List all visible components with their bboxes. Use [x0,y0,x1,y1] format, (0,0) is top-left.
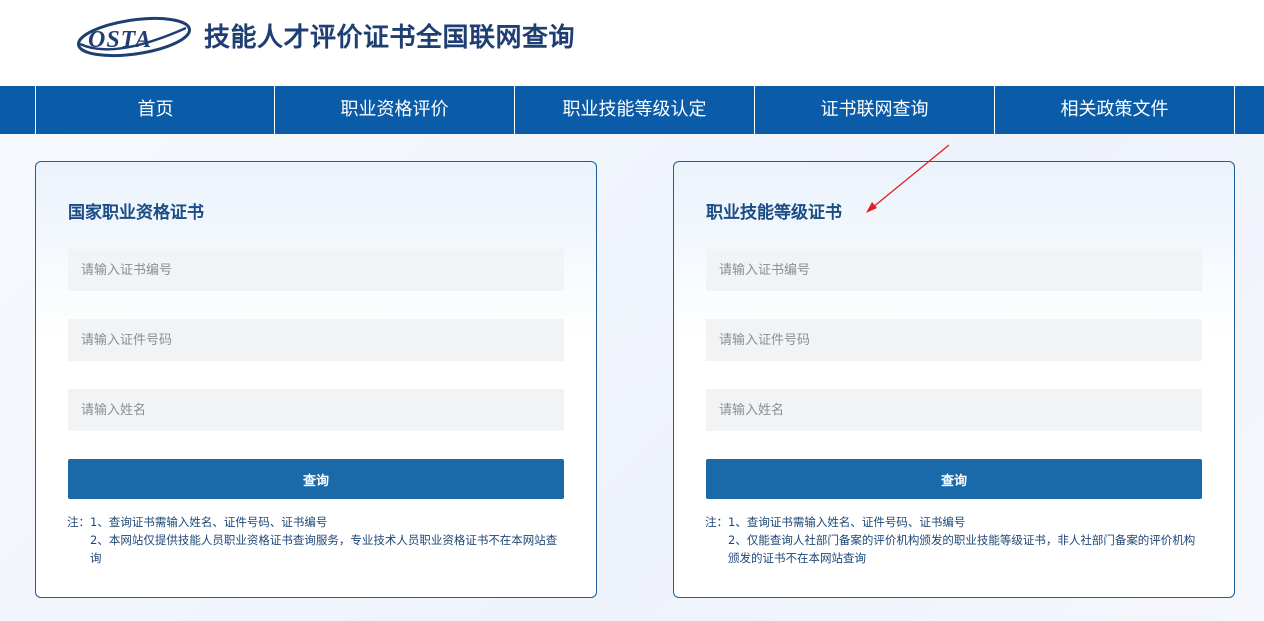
nav-item-policy-documents[interactable]: 相关政策文件 [994,86,1234,134]
note-line-1: 注：1、查询证书需输入姓名、证件号码、证书编号 [67,513,567,531]
main-nav: 首页 职业资格评价 职业技能等级认定 证书联网查询 相关政策文件 [0,86,1264,134]
note-prefix: 注： [705,515,728,529]
note-line-2: 2、本网站仅提供技能人员职业资格证书查询服务，专业技术人员职业资格证书不在本网站… [90,533,558,565]
note-text: 1、查询证书需输入姓名、证件号码、证书编号 [728,515,966,529]
note-prefix: 注： [67,515,90,529]
svg-text:OSTA: OSTA [88,27,152,53]
card-title: 职业技能等级证书 [706,203,842,223]
site-title: 技能人才评价证书全国联网查询 [204,23,576,53]
name-input[interactable] [68,389,564,431]
nav-item-skill-level-certification[interactable]: 职业技能等级认定 [514,86,754,134]
notes: 注：1、查询证书需输入姓名、证件号码、证书编号 2、本网站仅提供技能人员职业资格… [67,513,567,567]
certificate-number-input[interactable] [706,249,1202,291]
site-header: OSTA 技能人才评价证书全国联网查询 [0,0,1264,86]
main-content: 国家职业资格证书 查询 注：1、查询证书需输入姓名、证件号码、证书编号 2、本网… [0,134,1264,621]
id-number-input[interactable] [68,319,564,361]
skill-level-certificate-card: 职业技能等级证书 查询 注：1、查询证书需输入姓名、证件号码、证书编号 2、仅能… [673,161,1235,598]
nav-divider [1234,86,1235,134]
name-input[interactable] [706,389,1202,431]
card-title: 国家职业资格证书 [68,203,204,223]
osta-logo[interactable]: OSTA [74,14,192,60]
note-line-2: 2、仅能查询人社部门备案的评价机构颁发的职业技能等级证书，非人社部门备案的评价机… [728,533,1196,565]
nav-item-home[interactable]: 首页 [35,86,275,134]
query-button[interactable]: 查询 [68,459,564,499]
id-number-input[interactable] [706,319,1202,361]
certificate-number-input[interactable] [68,249,564,291]
note-line-1: 注：1、查询证书需输入姓名、证件号码、证书编号 [705,513,1205,531]
query-button[interactable]: 查询 [706,459,1202,499]
nav-item-certificate-query[interactable]: 证书联网查询 [754,86,994,134]
nav-item-vocational-qualification[interactable]: 职业资格评价 [274,86,514,134]
vocational-qualification-card: 国家职业资格证书 查询 注：1、查询证书需输入姓名、证件号码、证书编号 2、本网… [35,161,597,598]
note-text: 1、查询证书需输入姓名、证件号码、证书编号 [90,515,328,529]
notes: 注：1、查询证书需输入姓名、证件号码、证书编号 2、仅能查询人社部门备案的评价机… [705,513,1205,567]
